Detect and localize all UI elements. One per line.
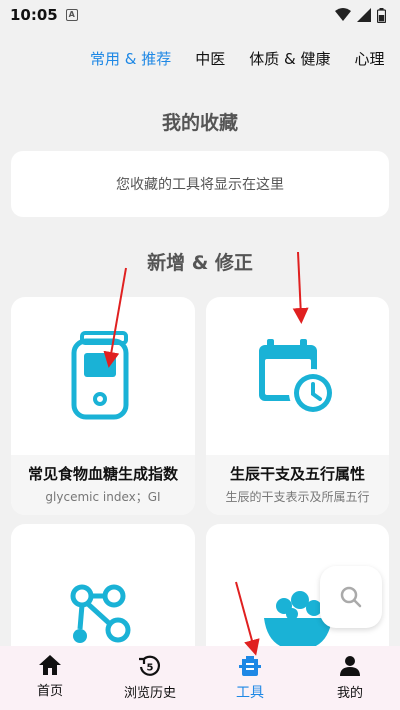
updates-title: 新增 & 修正 [147,252,253,274]
search-button[interactable] [320,566,382,628]
nav-history-label: 浏览历史 [123,686,176,701]
card-title: 常见食物血糖生成指数 [27,465,178,483]
card-subtitle: glycemic index；GI [45,490,161,504]
nav-home[interactable]: 首页 [0,646,100,710]
nav-profile[interactable]: 我的 [300,646,400,710]
favorites-title: 我的收藏 [161,112,238,134]
home-icon [39,655,61,675]
nav-profile-label: 我的 [336,686,363,701]
bottom-nav: 首页 5 浏览历史 工具 我的 [0,646,400,710]
search-icon [340,586,362,608]
glucose-meter-icon [71,331,129,420]
history-icon: 5 [139,655,161,676]
status-a-badge: A [65,9,78,21]
tab-tcm[interactable]: 中医 [195,48,225,69]
nav-home-label: 首页 [36,684,63,699]
favorites-box: 您收藏的工具将显示在这里 [11,151,389,217]
tool-card-glycemic-index[interactable]: 常见食物血糖生成指数 glycemic index；GI [11,297,195,515]
card-subtitle: 生辰的干支表示及所属五行 [225,490,370,504]
nav-tools-label: 工具 [236,685,264,701]
tab-constitution-health[interactable]: 体质 & 健康 [249,48,330,69]
molecule-icon [70,584,131,643]
calendar-clock-icon [258,339,337,417]
svg-text:5: 5 [147,663,154,674]
card-title: 生辰干支及五行属性 [229,465,365,483]
status-bar: 10:05 A [0,0,400,30]
tab-psychology[interactable]: 心理 [354,48,384,69]
favorites-empty-text: 您收藏的工具将显示在这里 [116,177,284,193]
signal-icon [357,8,371,22]
category-tabs: 常用 & 推荐 中医 体质 & 健康 心理 [0,40,400,76]
tool-card-birth-ganzhi[interactable]: 生辰干支及五行属性 生辰的干支表示及所属五行 [206,297,389,515]
tab-common-recommended[interactable]: 常用 & 推荐 [90,48,171,69]
status-icons [335,7,386,23]
nav-tools[interactable]: 工具 [200,646,300,710]
battery-icon [377,7,386,23]
profile-icon [340,656,360,676]
nav-history[interactable]: 5 浏览历史 [100,646,200,710]
status-time: 10:05 [10,6,58,24]
wifi-icon [335,8,351,21]
tools-icon [239,656,261,676]
